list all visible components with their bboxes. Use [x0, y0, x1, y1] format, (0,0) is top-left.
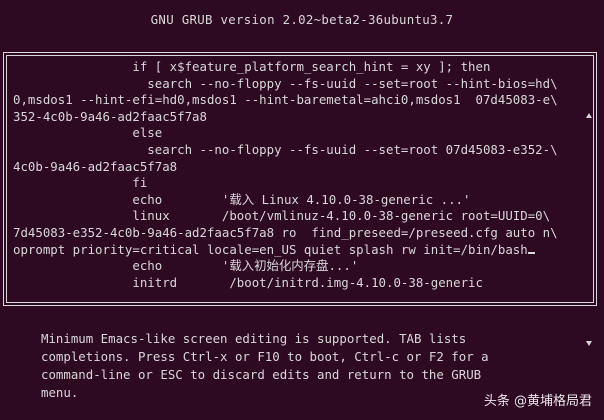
help-line: Minimum Emacs-like screen editing is sup…: [41, 331, 467, 346]
grub-version-title: GNU GRUB version 2.02~beta2-36ubuntu3.7: [150, 12, 454, 27]
editor-line[interactable]: fi: [13, 175, 591, 192]
editor-line[interactable]: 4c0b-9a46-ad2faac5f7a8: [13, 159, 591, 176]
editor-lines: if [ x$feature_platform_search_hint = xy…: [13, 59, 591, 291]
editor-line-active[interactable]: oprompt priority=critical locale=en_US q…: [13, 242, 591, 259]
editor-line[interactable]: echo '载入 Linux 4.10.0-38-generic ...': [13, 192, 591, 209]
help-line: completions. Press Ctrl-x or F10 to boot…: [41, 349, 489, 364]
scroll-up-arrow-icon: [586, 113, 592, 118]
editing-help-text: Minimum Emacs-like screen editing is sup…: [41, 331, 581, 403]
editor-line[interactable]: linux /boot/vmlinuz-4.10.0-38-generic ro…: [13, 208, 591, 225]
grub-screen: GNU GRUB version 2.02~beta2-36ubuntu3.7 …: [0, 0, 604, 420]
editor-line[interactable]: 0,msdos1 --hint-efi=hd0,msdos1 --hint-ba…: [13, 92, 591, 109]
text-cursor: [527, 251, 535, 254]
help-line: command-line or ESC to discard edits and…: [41, 367, 482, 382]
scroll-down-arrow-icon: [586, 341, 592, 346]
watermark: 头条 @黄埔格局君: [483, 394, 592, 409]
editor-line-text[interactable]: oprompt priority=critical locale=en_US q…: [13, 242, 528, 257]
editor-line[interactable]: search --no-floppy --fs-uuid --set=root …: [13, 142, 591, 159]
editor-line[interactable]: search --no-floppy --fs-uuid --set=root …: [13, 76, 591, 93]
editor-line[interactable]: 352-4c0b-9a46-ad2faac5f7a8: [13, 109, 591, 126]
editor-line[interactable]: initrd /boot/initrd.img-4.10.0-38-generi…: [13, 275, 591, 292]
editor-line[interactable]: else: [13, 125, 591, 142]
editor-line[interactable]: 7d45083-e352-4c0b-9a46-ad2faac5f7a8 ro f…: [13, 225, 591, 242]
editor-line[interactable]: if [ x$feature_platform_search_hint = xy…: [13, 59, 591, 76]
editor-line[interactable]: echo '载入初始化内存盘...': [13, 258, 591, 275]
boot-entry-editor[interactable]: if [ x$feature_platform_search_hint = xy…: [3, 52, 597, 346]
